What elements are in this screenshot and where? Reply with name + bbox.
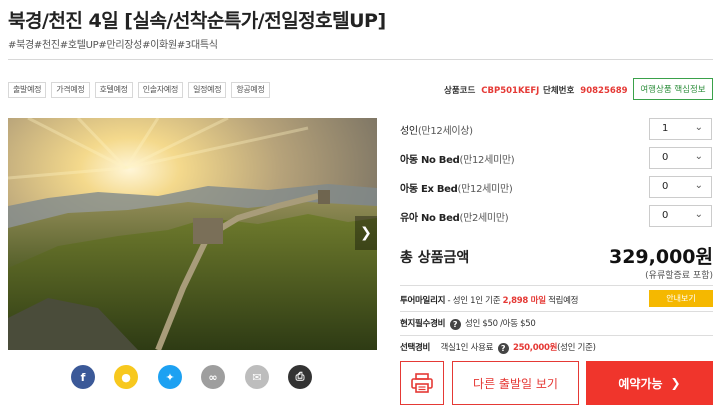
person-row-child-exbed: 아동 Ex Bed(만12세미만) 0 ⌄ xyxy=(400,176,713,198)
product-hashtags: #북경#천진#호텔UP#만리장성#이화원#3대특식 xyxy=(8,40,218,51)
twitter-icon[interactable]: ✦ xyxy=(158,365,182,389)
mileage-text-before: - 성인 1인 기준 xyxy=(447,296,501,306)
reserve-button-label: 예약가능 xyxy=(618,376,663,391)
info-divider xyxy=(400,311,713,312)
person-row-child-nobed: 아동 No Bed(만12세미만) 0 ⌄ xyxy=(400,147,713,169)
child-nobed-qty-select[interactable]: 0 ⌄ xyxy=(649,147,712,169)
qty-value: 0 xyxy=(662,181,669,192)
print-icon[interactable]: ⎙ xyxy=(288,365,312,389)
product-code-label: 상품코드 xyxy=(444,86,476,96)
group-number: 단체번호 90825689 xyxy=(543,84,628,96)
tag-schedule: 일정예정 xyxy=(188,82,227,98)
tag-flight: 항공예정 xyxy=(231,82,270,98)
person-note: (만12세이상) xyxy=(417,126,473,137)
other-dates-button[interactable]: 다른 출발일 보기 xyxy=(452,361,579,405)
question-icon[interactable]: ? xyxy=(497,343,509,354)
person-note: (만12세미만) xyxy=(459,155,515,166)
qty-value: 0 xyxy=(662,152,669,163)
link-icon[interactable]: ∞ xyxy=(201,365,225,389)
chevron-down-icon: ⌄ xyxy=(694,180,703,191)
total-price: 329,000원 xyxy=(608,246,713,268)
optional-fee-text-before: 객실1인 사용료 xyxy=(440,343,494,353)
person-row-infant: 유아 No Bed(만2세미만) 0 ⌄ xyxy=(400,205,713,227)
chevron-down-icon: ⌄ xyxy=(694,151,703,162)
mileage-info: 투어마일리지 - 성인 1인 기준 2,898 마일 적립예정 xyxy=(400,294,579,306)
group-number-value: 90825689 xyxy=(580,86,628,96)
info-divider xyxy=(400,285,713,286)
chevron-down-icon: ⌄ xyxy=(694,122,703,133)
photo-next-button[interactable]: ❯ xyxy=(355,216,377,250)
local-fee-label: 현지필수경비 xyxy=(400,319,446,329)
person-note: (만2세미만) xyxy=(459,213,509,224)
chevron-right-icon: ❯ xyxy=(360,225,372,241)
qty-value: 1 xyxy=(662,123,669,134)
facebook-icon[interactable]: f xyxy=(71,365,95,389)
group-number-label: 단체번호 xyxy=(543,86,575,96)
total-label: 총 상품금액 xyxy=(400,250,470,266)
info-divider xyxy=(400,335,713,336)
tag-guide: 인솔자예정 xyxy=(137,82,184,98)
chevron-right-icon: ❯ xyxy=(670,376,681,390)
printer-icon xyxy=(411,373,433,393)
great-wall-image xyxy=(8,118,377,350)
title-divider xyxy=(8,59,713,60)
local-fee-text: 성인 $50 /아동 $50 xyxy=(464,319,536,329)
optional-fee-label: 선택경비 xyxy=(400,343,431,353)
mileage-guide-button[interactable]: 안내보기 xyxy=(649,290,713,307)
product-photo: ❯ xyxy=(8,118,377,350)
mileage-label: 투어마일리지 xyxy=(400,296,446,306)
person-row-adult: 성인(만12세이상) 1 ⌄ xyxy=(400,118,713,140)
person-name: 아동 No Bed xyxy=(400,155,460,166)
print-button[interactable] xyxy=(400,361,444,405)
local-fee-info: 현지필수경비 ? 성인 $50 /아동 $50 xyxy=(400,317,536,330)
total-note: (유류할증료 포함) xyxy=(645,271,713,281)
person-name: 성인 xyxy=(400,126,418,137)
tag-price: 가격예정 xyxy=(51,82,90,98)
qty-value: 0 xyxy=(662,210,669,221)
optional-fee-amount: 250,000원 xyxy=(512,343,558,353)
infant-qty-select[interactable]: 0 ⌄ xyxy=(649,205,712,227)
person-note: (만12세미만) xyxy=(457,184,513,195)
product-code: 상품코드 CBP501KEFJ xyxy=(444,84,539,96)
chevron-down-icon: ⌄ xyxy=(694,209,703,220)
kakaostory-icon[interactable]: ● xyxy=(114,365,138,389)
person-name: 아동 Ex Bed xyxy=(400,184,458,195)
product-title: 북경/천진 4일 [실속/선착순특가/전일정호텔UP] xyxy=(8,10,386,32)
tag-hotel: 호텔예정 xyxy=(94,82,133,98)
tag-departure: 출발예정 xyxy=(8,82,47,98)
person-name: 유아 No Bed xyxy=(400,213,460,224)
reserve-button[interactable]: 예약가능 ❯ xyxy=(586,361,713,405)
core-info-button[interactable]: 여행상품 핵심정보 xyxy=(633,78,713,100)
product-code-value: CBP501KEFJ xyxy=(481,86,540,96)
mileage-amount: 2,898 마일 xyxy=(502,296,546,306)
question-icon[interactable]: ? xyxy=(449,319,461,330)
optional-fee-info: 선택경비 객실1인 사용료 ? 250,000원(성인 기준) xyxy=(400,341,596,354)
mileage-text-after: 적립예정 xyxy=(548,296,579,306)
status-tags: 출발예정 가격예정 호텔예정 인솔자예정 일정예정 항공예정 xyxy=(8,82,270,98)
email-icon[interactable]: ✉ xyxy=(245,365,269,389)
optional-fee-text-after: (성인 기준) xyxy=(557,343,596,353)
child-exbed-qty-select[interactable]: 0 ⌄ xyxy=(649,176,712,198)
adult-qty-select[interactable]: 1 ⌄ xyxy=(649,118,712,140)
